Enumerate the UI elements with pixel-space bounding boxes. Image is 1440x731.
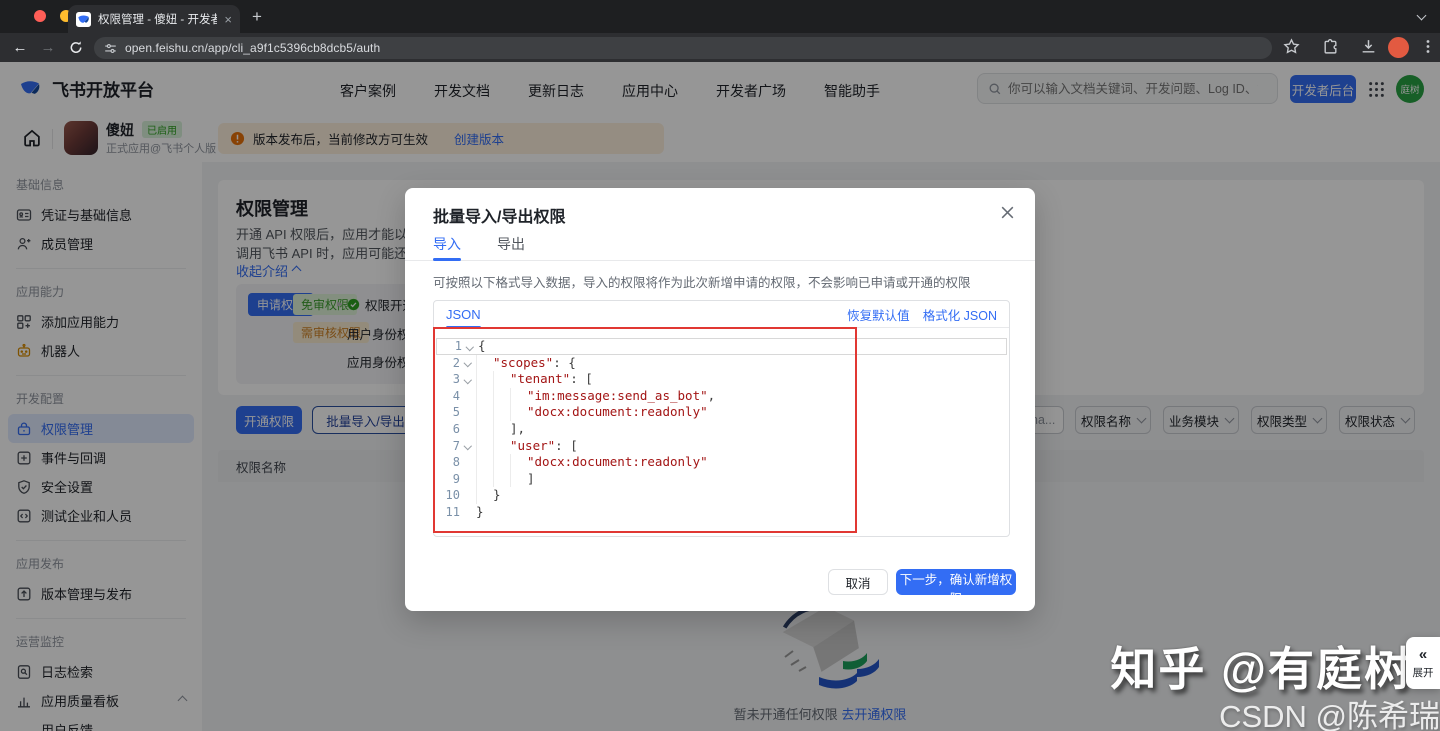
annotation-red-box (433, 327, 857, 533)
active-tab-indicator (433, 258, 461, 261)
site-settings-icon[interactable] (104, 42, 117, 55)
browser-toolbar: ← → open.feishu.cn/app/cli_a9f1c5396cb8d… (0, 33, 1440, 62)
close-icon[interactable] (999, 204, 1016, 221)
editor-header: JSON 恢复默认值 格式化 JSON (434, 301, 1009, 328)
browser-tab[interactable]: 权限管理 - 傻妞 - 开发者后台 × (68, 5, 240, 33)
restore-default-link[interactable]: 恢复默认值 (847, 305, 910, 324)
cancel-button[interactable]: 取消 (828, 569, 888, 595)
tab-close-icon[interactable]: × (224, 12, 232, 27)
double-chevron-left-icon: « (1419, 647, 1427, 662)
profile-avatar[interactable] (1388, 37, 1409, 58)
browser-tab-strip: 权限管理 - 傻妞 - 开发者后台 × + (0, 0, 1440, 33)
confirm-button[interactable]: 下一步，确认新增权限 (896, 569, 1016, 595)
modal-title: 批量导入/导出权限 (433, 203, 565, 227)
back-icon[interactable]: ← (6, 39, 34, 56)
window-close-button[interactable] (34, 10, 46, 22)
download-icon[interactable] (1360, 38, 1377, 55)
reload-icon[interactable] (62, 40, 90, 55)
expand-label: 展开 (1413, 665, 1434, 680)
screen: 权限管理 - 傻妞 - 开发者后台 × + ← → open.feishu.cn… (0, 0, 1440, 731)
forward-icon[interactable]: → (34, 39, 62, 56)
tab-title: 权限管理 - 傻妞 - 开发者后台 (98, 11, 217, 27)
tab-export[interactable]: 导出 (497, 234, 525, 254)
url-text: open.feishu.cn/app/cli_a9f1c5396cb8dcb5/… (125, 41, 380, 55)
new-tab-button[interactable]: + (252, 7, 262, 27)
modal-tabs: 导入 导出 (405, 232, 1035, 261)
tab-search-icon[interactable] (1412, 8, 1430, 26)
expand-panel-button[interactable]: « 展开 (1406, 637, 1440, 689)
format-json-link[interactable]: 格式化 JSON (923, 305, 997, 324)
watermark-zhihu: 知乎 @有庭树 (1110, 633, 1412, 699)
browser-menu-icon[interactable] (1420, 38, 1436, 55)
modal-description: 可按照以下格式导入数据，导入的权限将作为此次新增申请的权限，不会影响已申请或开通… (433, 272, 971, 291)
address-bar[interactable]: open.feishu.cn/app/cli_a9f1c5396cb8dcb5/… (94, 37, 1272, 59)
feishu-favicon (76, 12, 91, 27)
tab-import[interactable]: 导入 (433, 234, 461, 254)
watermark-csdn: CSDN @陈希瑞 (1219, 691, 1440, 731)
editor-lang-tab[interactable]: JSON (446, 307, 481, 322)
bookmark-star-icon[interactable] (1283, 38, 1300, 55)
extensions-icon[interactable] (1322, 38, 1339, 55)
